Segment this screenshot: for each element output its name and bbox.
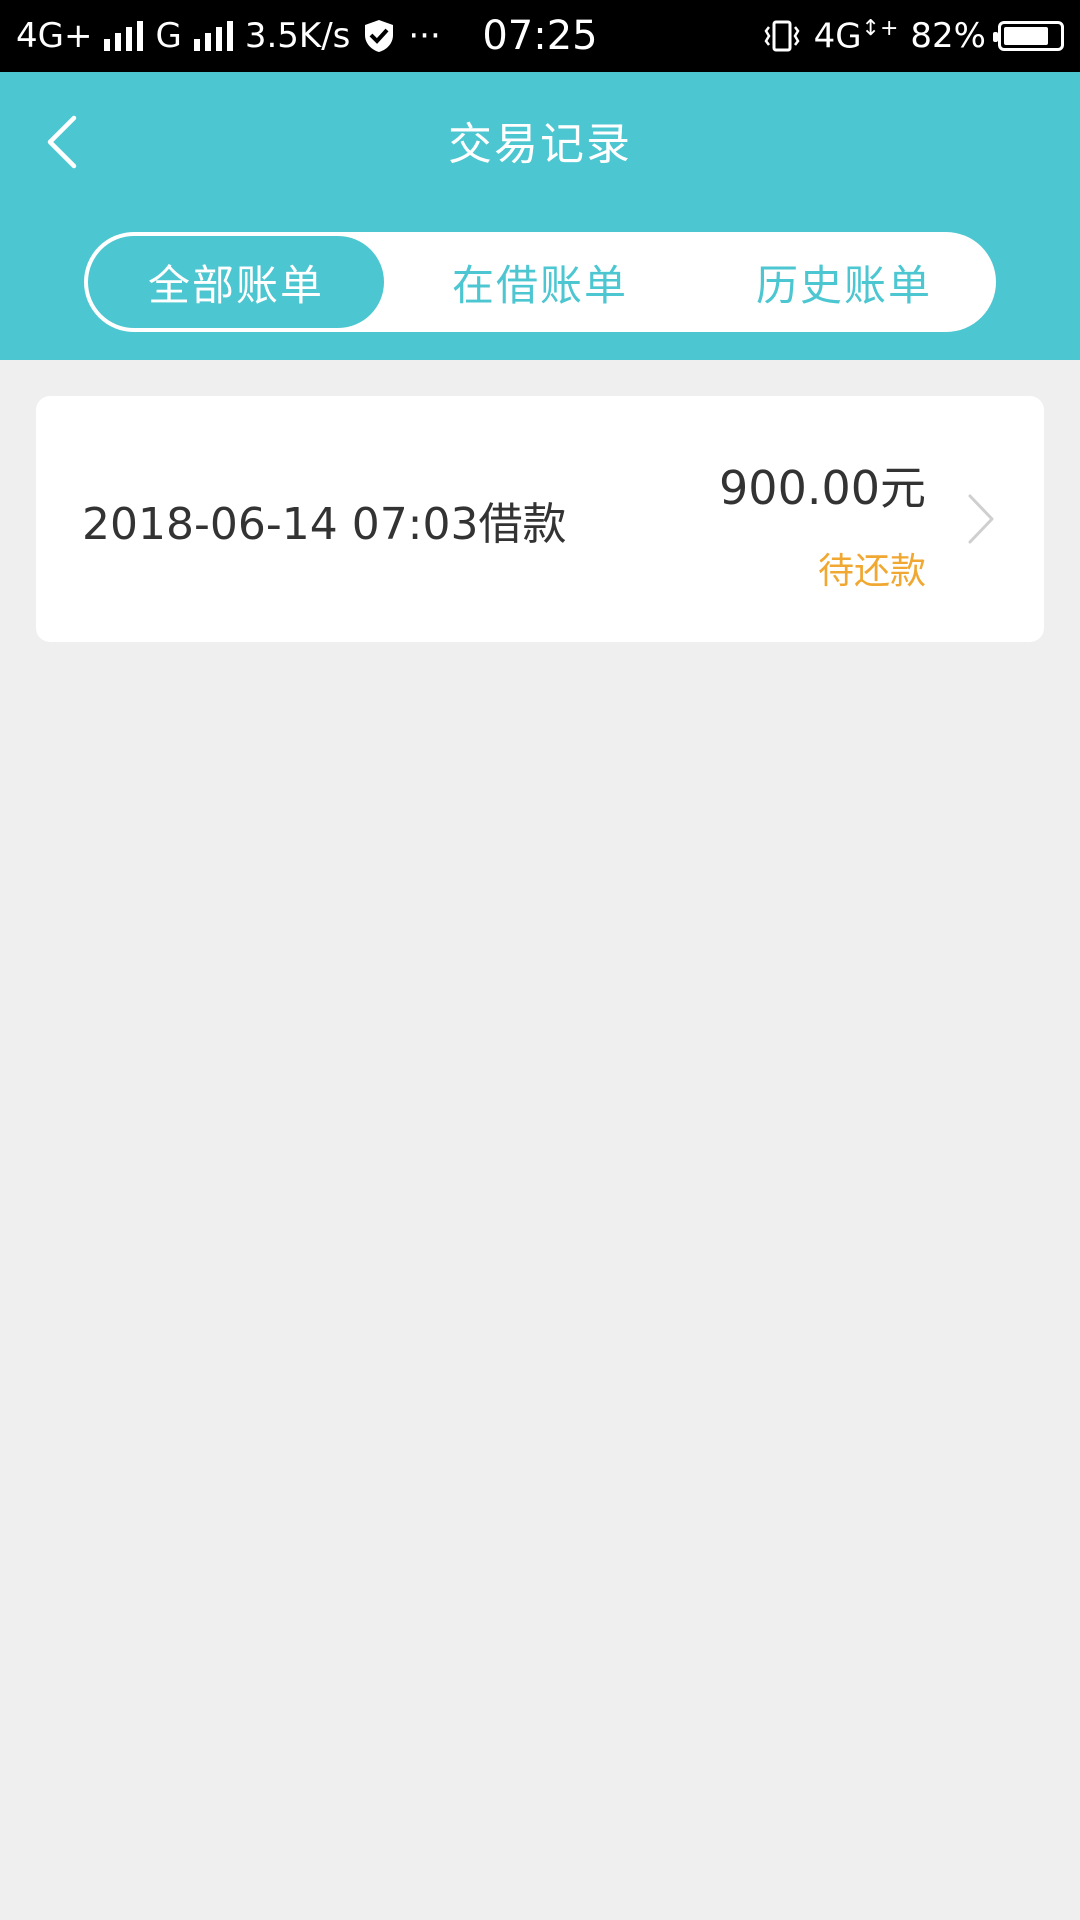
record-amount: 900.00元 [719, 461, 926, 515]
tab-history-bills[interactable]: 历史账单 [692, 232, 996, 332]
network-speed: 3.5K/s [244, 16, 351, 56]
transaction-record-card[interactable]: 2018-06-14 07:03借款 900.00元 待还款 [36, 396, 1044, 642]
record-status-badge: 待还款 [817, 551, 926, 592]
battery-fill [1004, 27, 1048, 45]
chevron-right-icon [968, 494, 994, 544]
battery-percent: 82% [910, 16, 986, 56]
page-title: 交易记录 [448, 119, 632, 170]
status-bar-right: 4G↕+ 82% [762, 0, 1064, 72]
network-type-label: 4G+ [16, 16, 93, 56]
bill-filter-tabs: 全部账单 在借账单 历史账单 [84, 232, 996, 332]
tab-all-bills[interactable]: 全部账单 [88, 236, 384, 328]
signal-strength-icon-secondary [193, 21, 233, 51]
signal-strength-icon [104, 21, 144, 51]
network-type-label-data: 4G↕+ [813, 15, 899, 57]
record-date: 2018-06-14 07:03借款 [82, 499, 567, 550]
status-bar: 4G+ G 3.5K/s ··· 07:25 4G↕+ 82% [0, 0, 1080, 72]
network-type-label-secondary: G [155, 16, 182, 56]
shield-check-icon [365, 20, 394, 52]
clock: 07:25 [482, 13, 598, 59]
vibrate-icon [764, 20, 800, 52]
battery-icon [993, 21, 1064, 51]
header: 交易记录 全部账单 在借账单 历史账单 [0, 72, 1080, 360]
more-dots-icon: ··· [408, 16, 441, 56]
tab-active-bills[interactable]: 在借账单 [388, 232, 692, 332]
status-bar-left: 4G+ G 3.5K/s ··· [16, 0, 441, 72]
